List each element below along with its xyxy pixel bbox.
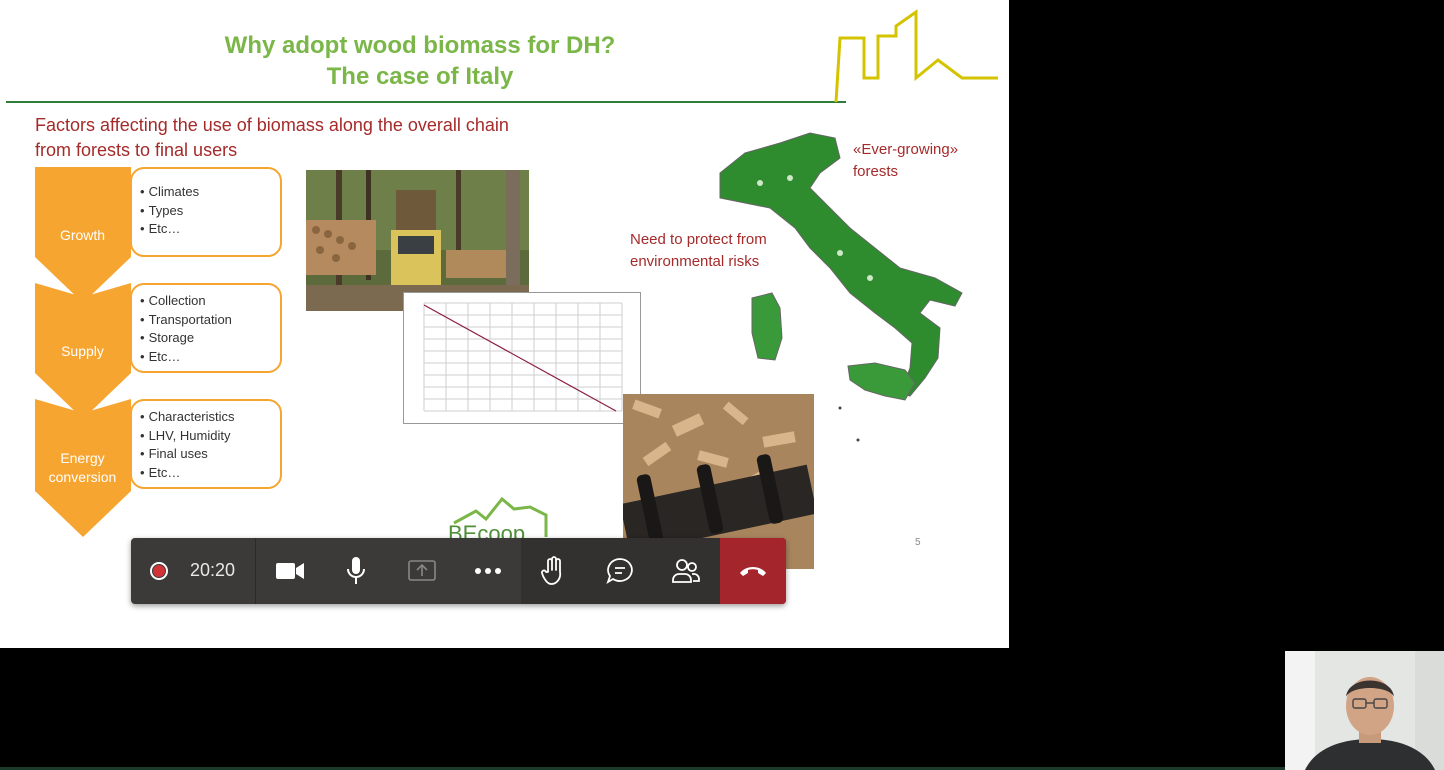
chat-button[interactable] <box>587 538 653 604</box>
call-control-bar: 20:20 <box>131 538 786 604</box>
supply-details-box: Collection Transportation Storage Etc… <box>130 283 282 373</box>
growth-item: Etc… <box>140 220 199 239</box>
presenter-video-feed <box>1285 651 1444 770</box>
leave-call-button[interactable] <box>720 538 786 604</box>
slide-title-line-1: Why adopt wood biomass for DH? <box>224 32 616 59</box>
energy-item: LHV, Humidity <box>140 427 235 446</box>
slide-subtitle-line-1: Factors affecting the use of biomass alo… <box>35 115 509 135</box>
forests-note-line-2: forests <box>853 163 899 180</box>
chat-icon <box>606 558 633 585</box>
supply-item: Collection <box>140 292 232 311</box>
energy-item: Final uses <box>140 445 235 464</box>
supply-item: Transportation <box>140 311 232 330</box>
share-screen-icon <box>408 560 436 581</box>
recording-timer-section: 20:20 <box>131 538 256 604</box>
growth-item: Types <box>140 202 199 221</box>
slide-subtitle: Factors affecting the use of biomass alo… <box>35 113 509 163</box>
risks-note: Need to protect from environmental risks <box>630 229 767 273</box>
stage-growth-label: Growth <box>59 227 106 243</box>
energy-item: Etc… <box>140 464 235 483</box>
stage-supply-label: Supply <box>61 343 104 359</box>
microphone-icon <box>347 557 365 584</box>
moisture-line-chart <box>403 292 641 424</box>
presenter-video-tile[interactable] <box>1285 651 1444 770</box>
more-options-icon <box>475 568 501 574</box>
risks-note-line-2: environmental risks <box>630 253 760 270</box>
risks-note-line-1: Need to protect from <box>630 231 767 248</box>
logging-truck-photo <box>306 170 529 311</box>
share-screen-button[interactable] <box>389 538 455 604</box>
forests-note: «Ever-growing» forests <box>853 139 958 183</box>
slide-title: Why adopt wood biomass for DH? The case … <box>120 30 720 92</box>
slide-subtitle-line-2: from forests to final users <box>35 140 238 160</box>
call-timer: 20:20 <box>190 560 236 580</box>
participants-icon <box>672 559 700 583</box>
forests-note-line-1: «Ever-growing» <box>853 141 959 158</box>
stage-energy-conversion-label: Energy conversion <box>48 450 117 485</box>
microphone-button[interactable] <box>323 538 389 604</box>
growth-item: Climates <box>140 183 200 202</box>
hang-up-icon <box>740 567 766 576</box>
skyline-logo-icon <box>834 9 998 103</box>
video-camera-icon <box>276 563 304 579</box>
becoop-logo-icon: BEcoop <box>448 496 548 543</box>
meeting-stage-bottom <box>0 648 1444 770</box>
energy-item: Characteristics <box>140 408 235 427</box>
raise-hand-icon <box>541 556 562 585</box>
supply-item: Storage <box>140 329 232 348</box>
growth-details-box: Climates Types Etc… <box>130 167 282 257</box>
slide-page-number: 5 <box>915 537 921 548</box>
supply-item: Etc… <box>140 348 232 367</box>
chart-plot <box>423 302 623 412</box>
raise-hand-button[interactable] <box>521 538 587 604</box>
more-options-button[interactable] <box>455 538 521 604</box>
camera-button[interactable] <box>257 538 323 604</box>
title-divider <box>6 101 846 103</box>
recording-indicator-icon <box>150 562 168 580</box>
slide-title-line-2: The case of Italy <box>326 63 514 90</box>
participants-button[interactable] <box>653 538 719 604</box>
energy-conversion-details-box: Characteristics LHV, Humidity Final uses… <box>130 399 282 489</box>
